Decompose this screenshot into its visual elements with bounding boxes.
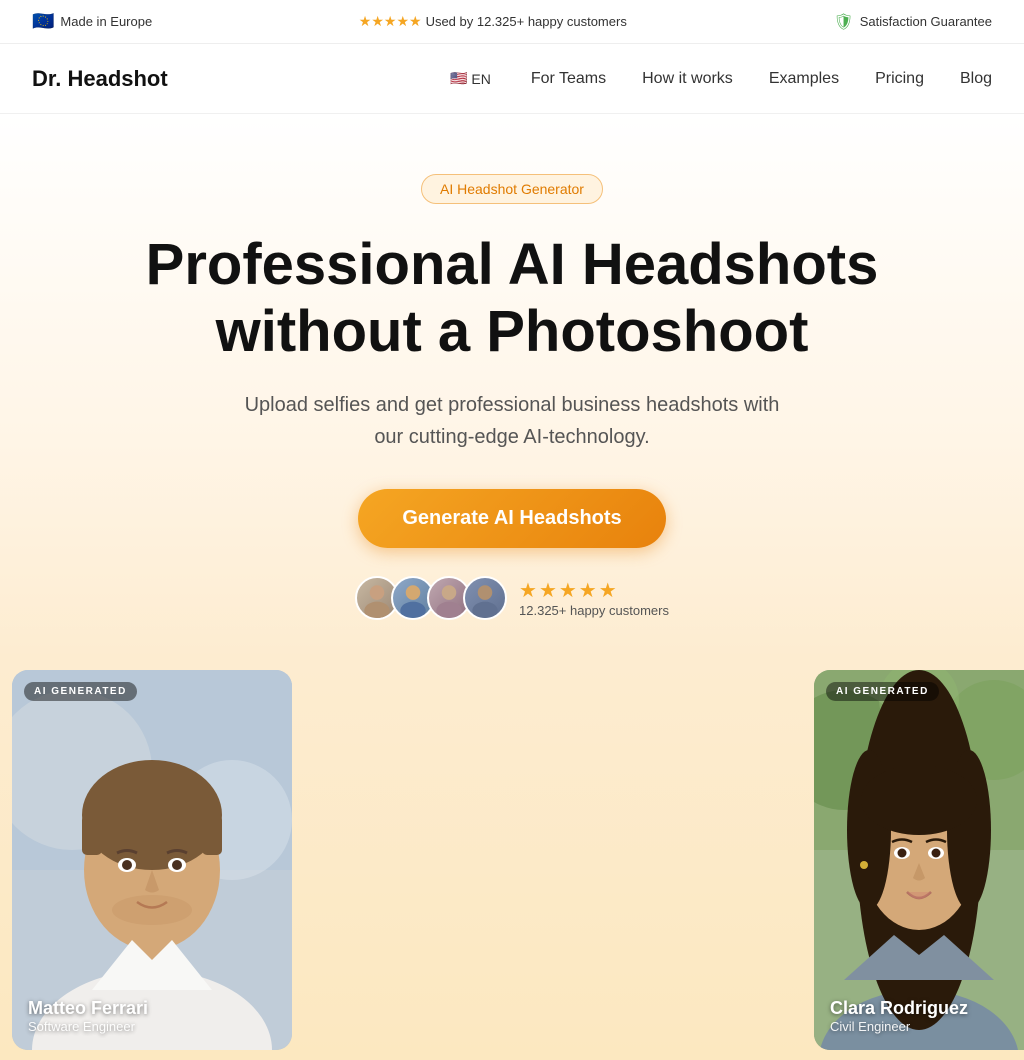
nav-item-examples[interactable]: Examples xyxy=(769,70,839,88)
flag-icon: 🇺🇸 xyxy=(450,70,467,87)
photo-female xyxy=(814,670,1024,1050)
nav-link-blog[interactable]: Blog xyxy=(960,70,992,87)
lang-selector[interactable]: 🇺🇸 EN xyxy=(450,70,491,87)
stars-text: ★★★★★ 12.325+ happy customers xyxy=(519,578,669,618)
person-name-female: Clara Rodriguez xyxy=(830,998,968,1019)
person-info-female: Clara Rodriguez Civil Engineer xyxy=(830,998,968,1034)
hero-title: Professional AI Headshots without a Phot… xyxy=(122,232,902,365)
photo-male xyxy=(12,670,292,1050)
star-icon: ★★★★★ xyxy=(359,13,422,30)
nav-link-examples[interactable]: Examples xyxy=(769,70,839,87)
eu-flag-icon: 🇪🇺 xyxy=(32,11,54,32)
customers-text: 12.325+ happy customers xyxy=(519,603,669,618)
person-name-male: Matteo Ferrari xyxy=(28,998,148,1019)
nav-link-for-teams[interactable]: For Teams xyxy=(531,70,606,87)
nav-links: For Teams How it works Examples Pricing … xyxy=(531,70,992,88)
logo[interactable]: Dr. Headshot xyxy=(32,66,168,92)
examples-section: AI GENERATED Matteo Ferrari Software Eng… xyxy=(0,660,1024,1060)
example-card-male: AI GENERATED Matteo Ferrari Software Eng… xyxy=(12,670,292,1050)
hero-section: AI Headshot Generator Professional AI He… xyxy=(0,114,1024,660)
top-bar-center: ★★★★★ Used by 12.325+ happy customers xyxy=(359,13,627,30)
customers-count: Used by 12.325+ happy customers xyxy=(426,14,627,29)
avatar-stack xyxy=(355,576,507,620)
navbar: Dr. Headshot 🇺🇸 EN For Teams How it work… xyxy=(0,44,1024,114)
nav-link-pricing[interactable]: Pricing xyxy=(875,70,924,87)
stars-row: ★★★★★ xyxy=(519,578,619,603)
nav-link-how-it-works[interactable]: How it works xyxy=(642,70,733,87)
lang-label: EN xyxy=(471,71,490,87)
top-bar: 🇪🇺 Made in Europe ★★★★★ Used by 12.325+ … xyxy=(0,0,1024,44)
top-bar-right: 🛡 Satisfaction Guarantee xyxy=(833,12,992,32)
hero-badge: AI Headshot Generator xyxy=(421,174,603,204)
generate-headshots-button[interactable]: Generate AI Headshots xyxy=(358,489,665,548)
nav-item-pricing[interactable]: Pricing xyxy=(875,70,924,88)
nav-item-blog[interactable]: Blog xyxy=(960,70,992,88)
satisfaction-guarantee: Satisfaction Guarantee xyxy=(860,14,992,29)
ai-badge-female: AI GENERATED xyxy=(826,682,939,701)
example-card-female: AI GENERATED Clara Rodriguez Civil Engin… xyxy=(814,670,1024,1050)
shield-icon: 🛡 xyxy=(833,12,853,32)
avatar-4 xyxy=(463,576,507,620)
hero-subtitle: Upload selfies and get professional busi… xyxy=(232,389,792,453)
nav-item-for-teams[interactable]: For Teams xyxy=(531,70,606,88)
person-info-male: Matteo Ferrari Software Engineer xyxy=(28,998,148,1034)
top-bar-left: 🇪🇺 Made in Europe xyxy=(32,11,152,32)
social-proof: ★★★★★ 12.325+ happy customers xyxy=(32,576,992,620)
made-in-europe: Made in Europe xyxy=(60,14,152,29)
nav-item-how-it-works[interactable]: How it works xyxy=(642,70,733,88)
person-title-male: Software Engineer xyxy=(28,1019,148,1034)
ai-badge-male: AI GENERATED xyxy=(24,682,137,701)
person-title-female: Civil Engineer xyxy=(830,1019,968,1034)
